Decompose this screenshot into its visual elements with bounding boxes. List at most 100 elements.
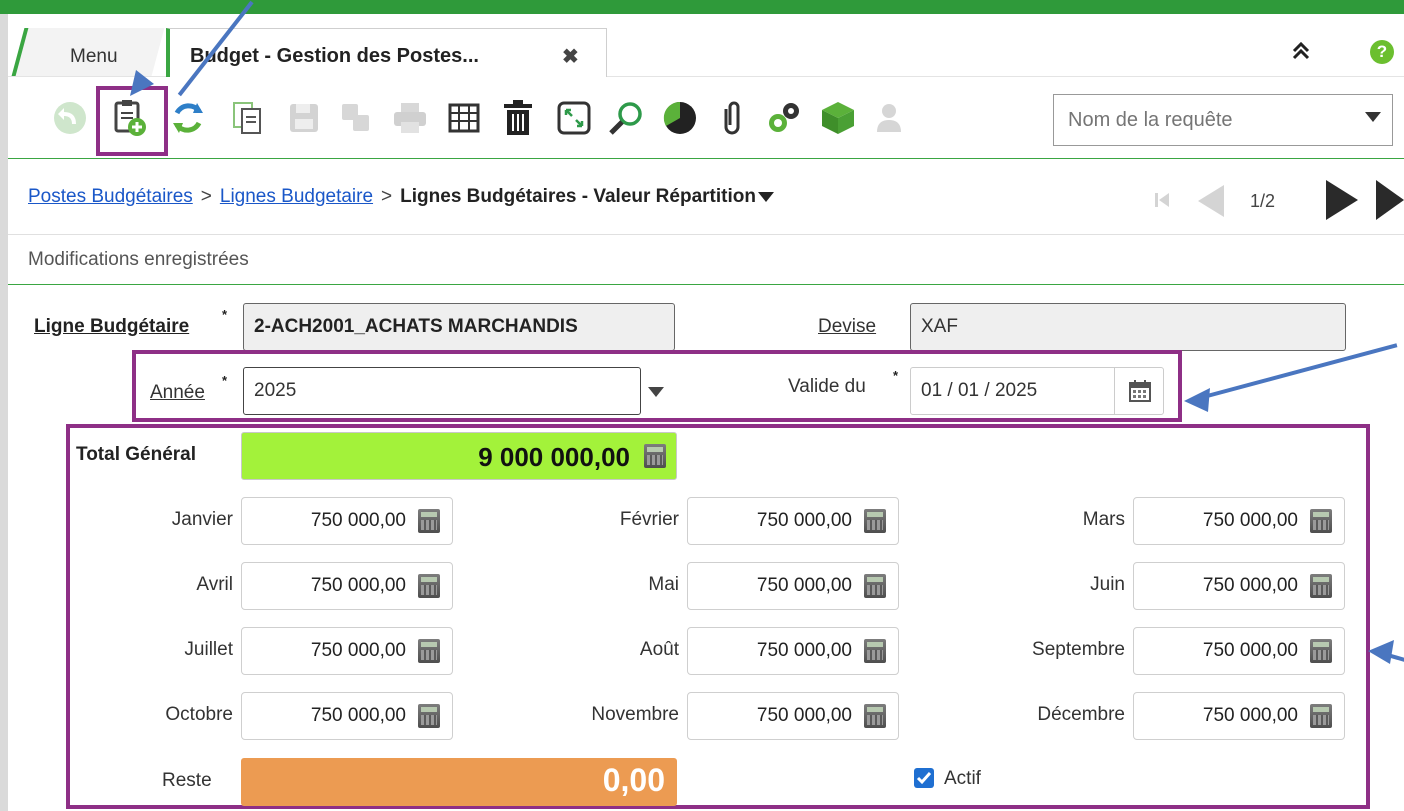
collapse-icon[interactable] xyxy=(1290,40,1312,68)
calculator-icon[interactable] xyxy=(418,509,440,533)
fullscreen-icon[interactable] xyxy=(554,98,594,138)
month-amount-field[interactable]: 750 000,00 xyxy=(241,627,453,675)
calculator-icon[interactable] xyxy=(1310,704,1332,728)
calculator-icon[interactable] xyxy=(644,444,666,468)
refresh-icon[interactable] xyxy=(168,98,208,138)
repartition-highlight xyxy=(66,424,1370,809)
month-amount-field[interactable]: 750 000,00 xyxy=(1133,627,1345,675)
devise-field[interactable]: XAF xyxy=(910,303,1346,351)
query-name-input[interactable] xyxy=(1066,108,1360,133)
total-general-field: 9 000 000,00 xyxy=(241,432,677,480)
breadcrumb: Postes Budgétaires > Lignes Budgetaire > Lig… xyxy=(28,186,774,208)
valide-du-date-field[interactable]: 01 / 01 / 2025 xyxy=(910,367,1164,415)
calculator-icon[interactable] xyxy=(418,574,440,598)
calculator-icon[interactable] xyxy=(418,639,440,663)
grid-view-icon[interactable] xyxy=(444,98,484,138)
required-marker: * xyxy=(222,373,228,388)
back-icon[interactable] xyxy=(50,98,90,138)
month-amount-value: 750 000,00 xyxy=(756,640,852,661)
month-amount-value: 750 000,00 xyxy=(756,510,852,531)
tab-menu-label[interactable]: Menu xyxy=(70,46,118,68)
date-field-divider xyxy=(1114,367,1115,415)
month-amount-field[interactable]: 750 000,00 xyxy=(687,497,899,545)
month-amount-value: 750 000,00 xyxy=(1202,575,1298,596)
print-icon xyxy=(390,98,430,138)
query-name-field[interactable] xyxy=(1053,94,1393,146)
ligne-budgetaire-value: 2-ACH2001_ACHATS MARCHANDIS xyxy=(254,316,578,337)
total-general-value: 9 000 000,00 xyxy=(478,442,630,472)
calculator-icon[interactable] xyxy=(864,639,886,663)
reste-label: Reste xyxy=(162,770,212,791)
month-amount-field[interactable]: 750 000,00 xyxy=(241,497,453,545)
valide-du-label: Valide du xyxy=(788,376,866,397)
calculator-icon[interactable] xyxy=(1310,574,1332,598)
annee-value: 2025 xyxy=(254,380,297,401)
breadcrumb-link-lignes[interactable]: Lignes Budgetaire xyxy=(220,186,373,207)
calculator-icon[interactable] xyxy=(1310,639,1332,663)
month-label: Août xyxy=(639,639,679,660)
breadcrumb-dropdown-icon[interactable] xyxy=(757,191,774,202)
calculator-icon[interactable] xyxy=(1310,509,1332,533)
month-amount-value: 750 000,00 xyxy=(756,575,852,596)
pager-next-icon[interactable] xyxy=(1326,180,1358,220)
pager-previous-icon[interactable] xyxy=(1198,185,1224,217)
calendar-icon[interactable] xyxy=(1129,380,1151,407)
pager-last-icon[interactable] xyxy=(1376,180,1404,220)
package-icon[interactable] xyxy=(818,98,858,138)
calculator-icon[interactable] xyxy=(864,574,886,598)
month-amount-field[interactable]: 750 000,00 xyxy=(1133,692,1345,740)
month-amount-value: 750 000,00 xyxy=(1202,640,1298,661)
actif-checkbox[interactable] xyxy=(914,768,934,788)
month-amount-field[interactable]: 750 000,00 xyxy=(241,562,453,610)
ligne-budgetaire-label[interactable]: Ligne Budgétaire xyxy=(34,316,189,338)
calculator-icon[interactable] xyxy=(864,509,886,533)
calculator-icon[interactable] xyxy=(418,704,440,728)
devise-label[interactable]: Devise xyxy=(818,316,876,338)
valide-du-value: 01 / 01 / 2025 xyxy=(921,380,1038,401)
month-label: Septembre xyxy=(1032,639,1125,660)
annee-select[interactable]: 2025 xyxy=(243,367,641,415)
annotation-arrow xyxy=(1195,343,1398,401)
month-label: Janvier xyxy=(171,509,233,530)
calculator-icon[interactable] xyxy=(864,704,886,728)
month-amount-field[interactable]: 750 000,00 xyxy=(241,692,453,740)
month-label: Mai xyxy=(648,574,679,595)
total-general-label: Total Général xyxy=(76,444,197,465)
month-label: Février xyxy=(619,509,679,530)
month-amount-field[interactable]: 750 000,00 xyxy=(1133,562,1345,610)
save-copy-icon xyxy=(336,98,376,138)
ligne-budgetaire-field[interactable]: 2-ACH2001_ACHATS MARCHANDIS xyxy=(243,303,675,351)
settings-icon[interactable] xyxy=(764,98,804,138)
month-amount-field[interactable]: 750 000,00 xyxy=(687,692,899,740)
reste-value: 0,00 xyxy=(602,762,665,798)
help-icon[interactable]: ? xyxy=(1370,40,1394,64)
user-settings-icon xyxy=(872,98,912,138)
duplicate-icon[interactable] xyxy=(228,98,268,138)
search-icon[interactable] xyxy=(606,98,646,138)
annotation-arrowhead-icon xyxy=(1184,388,1210,412)
tab-budget-label[interactable]: Budget - Gestion des Postes... xyxy=(190,45,479,68)
chart-icon[interactable] xyxy=(660,98,700,138)
delete-icon[interactable] xyxy=(498,98,538,138)
divider xyxy=(8,234,1404,235)
annee-dropdown-icon[interactable] xyxy=(648,387,664,397)
month-label: Mars xyxy=(1082,509,1125,530)
month-amount-value: 750 000,00 xyxy=(1202,510,1298,531)
left-sidebar-edge[interactable] xyxy=(0,14,8,811)
required-marker: * xyxy=(222,307,228,322)
save-icon xyxy=(284,98,324,138)
pager-first-icon[interactable] xyxy=(1155,193,1169,207)
month-amount-field[interactable]: 750 000,00 xyxy=(687,627,899,675)
devise-value: XAF xyxy=(921,316,958,337)
breadcrumb-separator: > xyxy=(200,186,212,207)
breadcrumb-link-postes[interactable]: Postes Budgétaires xyxy=(28,186,193,207)
annotation-arrowhead-icon xyxy=(1368,640,1394,664)
annee-label[interactable]: Année xyxy=(150,382,205,404)
month-amount-field[interactable]: 750 000,00 xyxy=(1133,497,1345,545)
query-dropdown-arrow-icon[interactable] xyxy=(1365,112,1381,122)
actif-label[interactable]: Actif xyxy=(944,768,981,790)
month-amount-value: 750 000,00 xyxy=(310,575,406,596)
attachment-icon[interactable] xyxy=(712,98,752,138)
month-amount-field[interactable]: 750 000,00 xyxy=(687,562,899,610)
tab-close-icon[interactable]: ✖ xyxy=(562,44,579,69)
